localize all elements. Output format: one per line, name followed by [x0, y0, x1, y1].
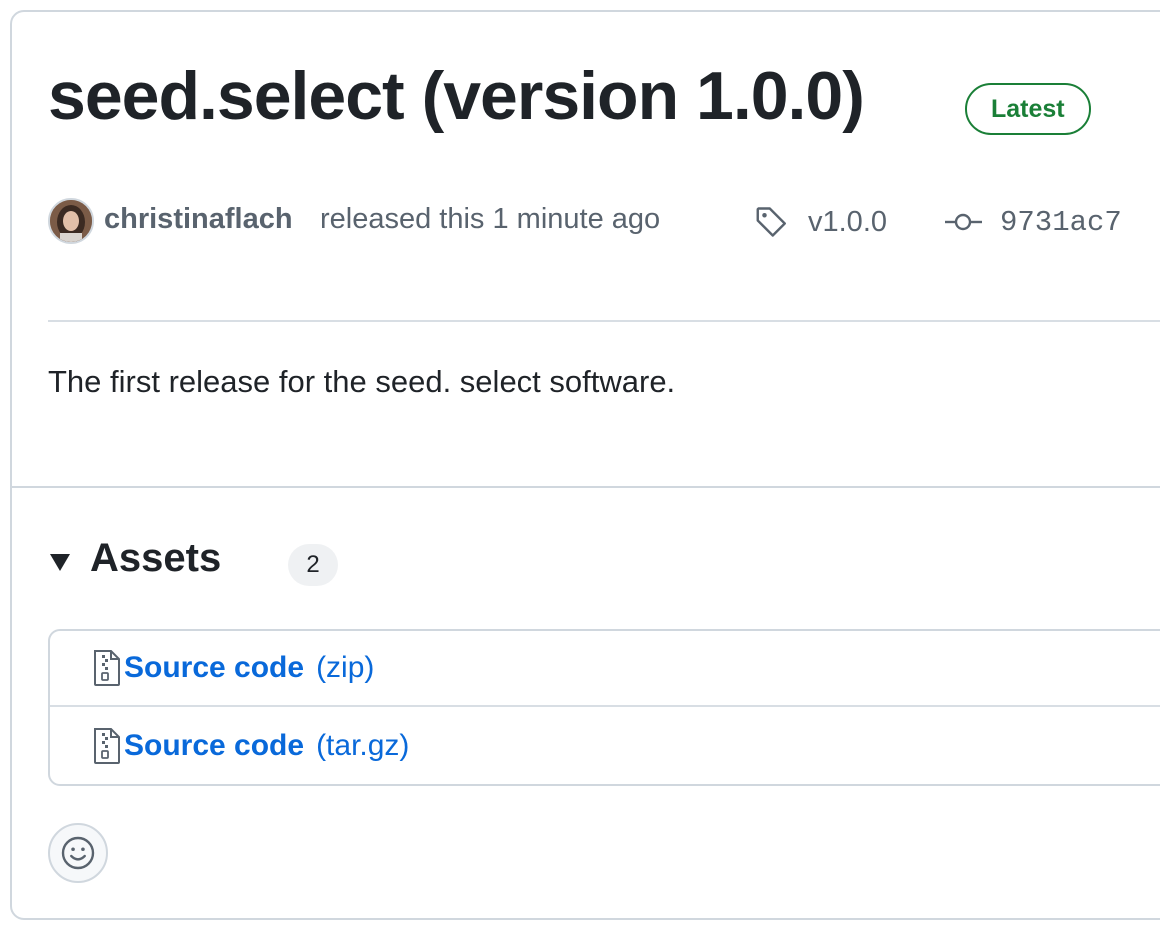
asset-link[interactable]: Source code: [124, 651, 304, 685]
tag-link[interactable]: v1.0.0: [754, 202, 887, 242]
commit-label: 9731ac7: [1000, 205, 1122, 239]
add-reaction-button[interactable]: [48, 823, 108, 883]
asset-format: (zip): [316, 651, 375, 684]
assets-count-badge: 2: [288, 544, 338, 586]
asset-row[interactable]: Source code (zip): [50, 631, 1160, 707]
tag-label: v1.0.0: [808, 205, 887, 238]
commit-link[interactable]: 9731ac7: [944, 202, 1122, 242]
release-notes: The first release for the seed. select s…: [48, 364, 676, 399]
release-title[interactable]: seed.select (version 1.0.0): [48, 62, 865, 130]
asset-link[interactable]: Source code: [124, 729, 304, 763]
assets-heading: Assets: [90, 536, 222, 580]
tag-icon: [756, 207, 786, 237]
divider: [48, 320, 1160, 322]
file-zip-icon: [94, 728, 120, 764]
section-divider: [12, 486, 1160, 488]
avatar-image: [50, 200, 92, 242]
author-link[interactable]: christinaflach: [104, 203, 293, 236]
triangle-down-icon: [50, 554, 70, 571]
assets-toggle[interactable]: Assets 2: [48, 530, 448, 590]
released-time-text: released this 1 minute ago: [320, 203, 661, 235]
release-meta: christinaflach released this 1 minute ag…: [48, 196, 1160, 248]
file-zip-icon: [94, 650, 120, 686]
git-commit-icon: [945, 213, 982, 231]
smiley-icon: [61, 836, 95, 870]
asset-row[interactable]: Source code (tar.gz): [50, 708, 1160, 784]
latest-badge: Latest: [965, 83, 1091, 135]
avatar[interactable]: [48, 198, 94, 244]
assets-list: Source code (zip) Source code (tar.gz): [48, 629, 1160, 786]
asset-format: (tar.gz): [316, 729, 410, 762]
